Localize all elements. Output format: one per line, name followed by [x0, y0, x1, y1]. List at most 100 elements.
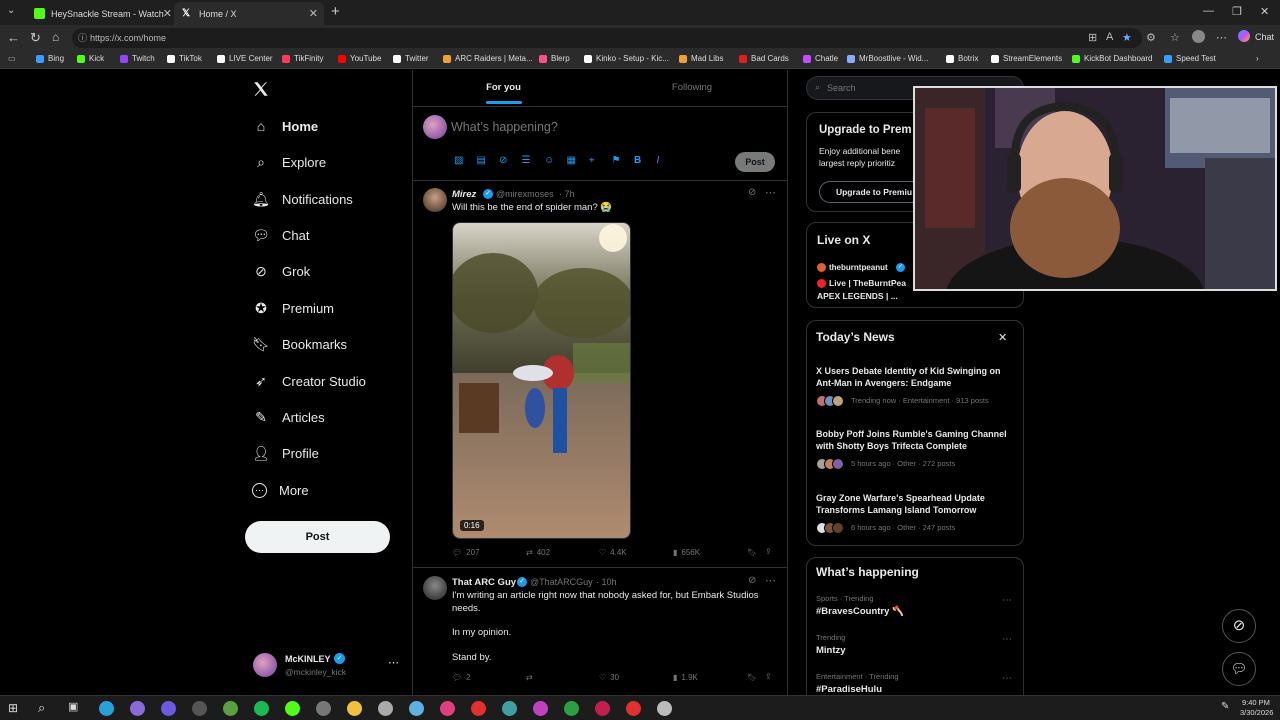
close-tab-icon[interactable]: ✕: [163, 7, 172, 20]
app-icon[interactable]: [502, 701, 517, 716]
like-button[interactable]: ♡ 4.4K: [599, 548, 627, 557]
bookmark-item[interactable]: StreamElements: [991, 54, 1062, 63]
account-switcher[interactable]: McKINLEY ✓ @mckinley_kick ⋯: [253, 651, 403, 681]
tweet-author[interactable]: Mirez: [452, 189, 476, 200]
bookmark-item[interactable]: Mad Libs: [679, 54, 723, 63]
xbox-icon[interactable]: [564, 701, 579, 716]
tweet-handle[interactable]: @ThatARCGuy: [530, 577, 593, 587]
reply-button[interactable]: 💬︎ 207: [452, 548, 480, 557]
profile-avatar[interactable]: [1192, 30, 1205, 43]
app-icon[interactable]: [409, 701, 424, 716]
bookmark-item[interactable]: Speed Test: [1164, 54, 1216, 63]
tweet-video[interactable]: 0:16: [452, 222, 631, 539]
file-explorer-icon[interactable]: [347, 701, 362, 716]
sidebar-item-creator-studio[interactable]: ➶ Creator Studio: [252, 369, 366, 393]
bookmark-icon[interactable]: 🔖︎: [747, 548, 757, 557]
obs-icon[interactable]: [192, 701, 207, 716]
new-tab-button[interactable]: +: [331, 3, 340, 20]
sidebar-item-premium[interactable]: ✪ Premium: [252, 296, 334, 320]
views-button[interactable]: ▮ 1.9K: [673, 673, 698, 682]
flag-icon[interactable]: ⚑: [612, 155, 621, 166]
edge-icon[interactable]: [99, 701, 114, 716]
instagram-icon[interactable]: [440, 701, 455, 716]
chat-floating-button[interactable]: 💬︎: [1222, 652, 1256, 686]
grok-icon[interactable]: ⊘: [748, 187, 756, 198]
tab-for-you[interactable]: For you: [412, 70, 595, 106]
minimize-icon[interactable]: —: [1203, 5, 1214, 17]
composer-input[interactable]: [451, 118, 751, 136]
app-icon[interactable]: [316, 701, 331, 716]
grok-icon[interactable]: ⊘: [499, 155, 507, 166]
location-icon[interactable]: ⌖: [589, 155, 595, 166]
repost-button[interactable]: ⇄ 402: [526, 548, 550, 557]
sidebar-item-explore[interactable]: ⌕ Explore: [252, 150, 326, 174]
composer-post-button[interactable]: Post: [735, 152, 775, 172]
grok-floating-button[interactable]: ⊘: [1222, 609, 1256, 643]
tab-home-x[interactable]: 𝕏 Home / X ✕: [174, 2, 324, 25]
sidebar-item-chat[interactable]: 💬︎ Chat: [252, 223, 309, 247]
tweet-time[interactable]: · 7h: [559, 189, 575, 199]
favorites-icon[interactable]: ☆: [1170, 31, 1180, 44]
home-button-icon[interactable]: ⌂: [52, 30, 59, 44]
bookmark-item[interactable]: ARC Raiders | Meta...: [443, 54, 533, 63]
calendar-icon[interactable]: [161, 701, 176, 716]
favorite-star-icon[interactable]: ★: [1122, 31, 1132, 44]
bookmark-manager-icon[interactable]: ▭: [8, 54, 16, 63]
settings-icon[interactable]: [657, 701, 672, 716]
read-aloud-icon[interactable]: A: [1106, 31, 1113, 43]
gif-icon[interactable]: ▤: [477, 155, 486, 166]
url-input[interactable]: ⓘ https://x.com/home: [72, 28, 1142, 48]
taskbar-clock-time[interactable]: 9:40 PM: [1242, 698, 1270, 707]
emoji-icon[interactable]: ☺: [544, 155, 554, 166]
bookmark-item[interactable]: KickBot Dashboard: [1072, 54, 1152, 63]
tab-list-chevron-icon[interactable]: ⌄: [7, 5, 15, 16]
views-button[interactable]: ▮ 656K: [673, 548, 700, 557]
trend-more-icon[interactable]: ⋯: [1002, 634, 1012, 645]
share-icon[interactable]: ⇪: [765, 547, 772, 556]
tweet-author[interactable]: That ARC Guy: [452, 577, 516, 588]
bold-icon[interactable]: B: [634, 155, 641, 166]
live-line1[interactable]: Live | TheBurntPea: [829, 278, 906, 288]
taskbar-clock-date[interactable]: 3/30/2026: [1240, 708, 1273, 717]
bookmark-item[interactable]: Chatle: [803, 54, 838, 63]
bookmark-item[interactable]: Bad Cards: [739, 54, 789, 63]
bookmark-item[interactable]: Kick: [77, 54, 104, 63]
app-icon[interactable]: [626, 701, 641, 716]
poll-icon[interactable]: ☰: [522, 155, 531, 166]
minecraft-icon[interactable]: [223, 701, 238, 716]
pen-tray-icon[interactable]: ✎: [1221, 701, 1229, 712]
bookmark-item[interactable]: Blerp: [539, 54, 570, 63]
bookmark-item[interactable]: MrBoostlive - Wid...: [847, 54, 928, 63]
app-icon[interactable]: [595, 701, 610, 716]
account-more-icon[interactable]: ⋯: [388, 656, 399, 669]
grok-icon[interactable]: ⊘: [748, 575, 756, 586]
sidebar-item-more[interactable]: ⋯ More: [252, 478, 309, 502]
app-icon[interactable]: [471, 701, 486, 716]
reply-button[interactable]: 💬︎ 2: [452, 673, 471, 682]
share-icon[interactable]: ⇪: [765, 672, 772, 681]
app-available-icon[interactable]: ⊞: [1088, 31, 1097, 44]
kick-app-icon[interactable]: [285, 701, 300, 716]
bookmark-item[interactable]: LIVE Center: [217, 54, 273, 63]
sidebar-item-articles[interactable]: ✎ Articles: [252, 405, 325, 429]
bookmark-item[interactable]: Kinko - Setup - Kic...: [584, 54, 669, 63]
chrome-icon[interactable]: [130, 701, 145, 716]
app-icon[interactable]: [378, 701, 393, 716]
task-view-icon[interactable]: ▣: [68, 700, 78, 713]
spotify-icon[interactable]: [254, 701, 269, 716]
close-tab-icon[interactable]: ✕: [309, 7, 318, 20]
copilot-icon[interactable]: [1238, 30, 1250, 42]
bookmark-item[interactable]: TikFinity: [282, 54, 323, 63]
x-logo-icon[interactable]: [252, 80, 272, 100]
close-news-icon[interactable]: ✕: [998, 331, 1007, 344]
live-user[interactable]: theburntpeanut: [829, 263, 888, 272]
sidebar-item-grok[interactable]: ⊘ Grok: [252, 259, 310, 283]
bookmark-item[interactable]: YouTube: [338, 54, 381, 63]
start-menu-icon[interactable]: ⊞: [8, 701, 18, 715]
tweet-handle[interactable]: @mirexmoses: [496, 189, 554, 199]
repost-button[interactable]: ⇄: [526, 673, 533, 682]
bookmark-item[interactable]: TikTok: [167, 54, 202, 63]
taskbar-search-icon[interactable]: ⌕: [38, 700, 45, 716]
back-icon[interactable]: ←: [7, 30, 20, 45]
bookmark-icon[interactable]: 🔖︎: [747, 673, 757, 682]
